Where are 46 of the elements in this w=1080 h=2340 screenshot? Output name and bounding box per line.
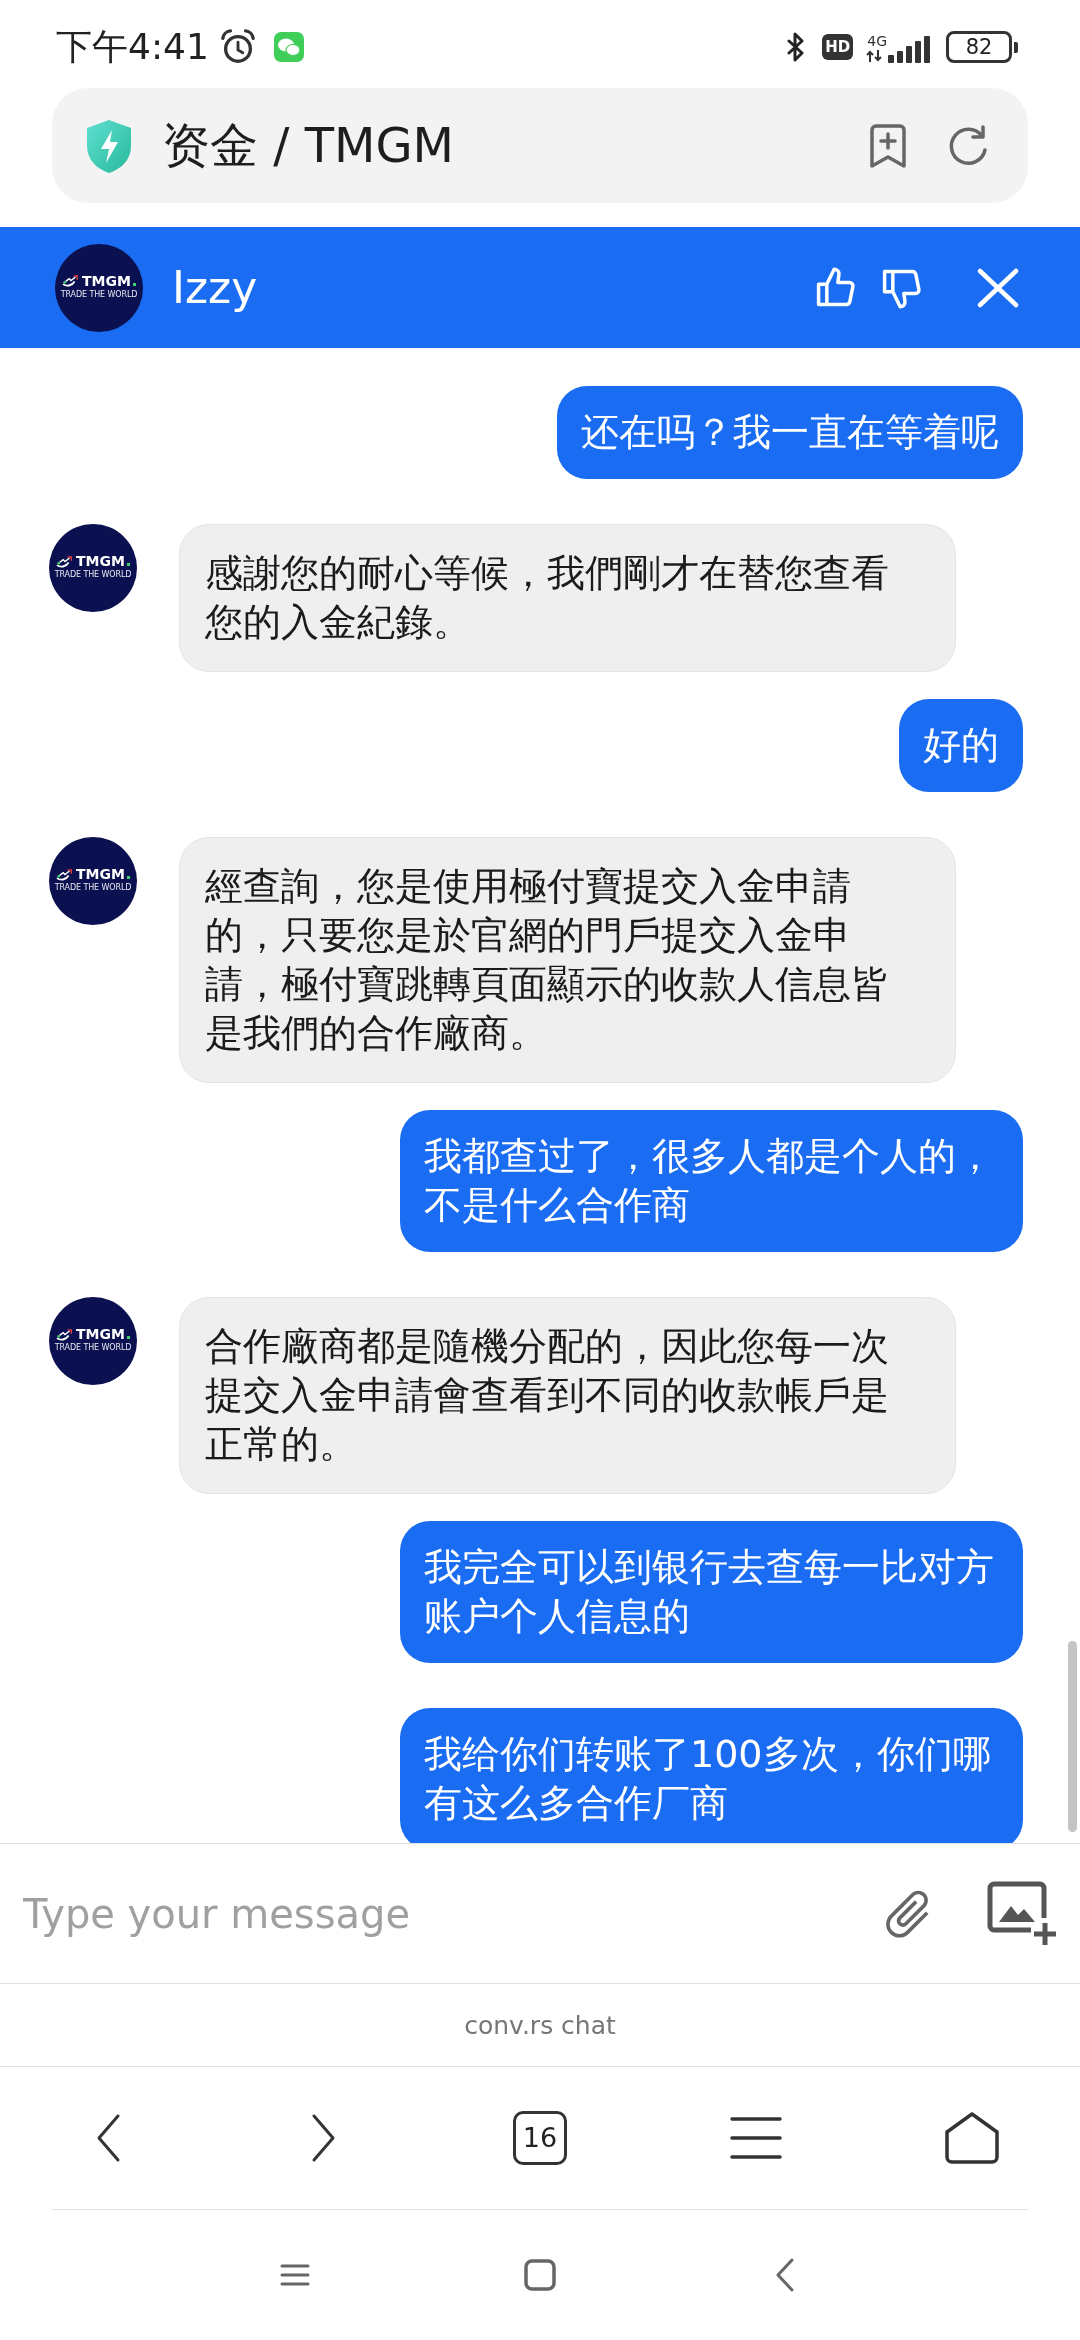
chat-app-icon [273,32,304,62]
message-input[interactable]: Type your message [23,1883,859,1944]
back-icon[interactable] [95,2113,121,2163]
system-back-icon[interactable] [775,2258,795,2292]
forward-icon[interactable] [311,2113,337,2163]
image-add-icon[interactable] [987,1880,1057,1947]
logo-tagline: TRADE THE WORLD [60,289,138,300]
sent-message: 好的 [899,699,1023,792]
signal-icon [887,35,933,63]
logo-wordmark: TMGM [76,867,125,882]
sent-message: 我都查过了，很多人都是个人的，不是什么合作商 [400,1110,1023,1252]
tabs-button[interactable]: 16 [513,2111,567,2165]
recents-icon[interactable] [280,2263,310,2287]
scrollbar-thumb[interactable] [1068,1641,1077,1832]
logo-mark-icon [56,1328,75,1341]
home-icon[interactable] [944,2111,1000,2165]
battery-indicator: 82 [946,31,1018,63]
data-arrows-icon [865,49,884,63]
home-button-icon[interactable] [524,2259,556,2291]
logo-wordmark: TMGM [82,273,131,289]
received-message: 感謝您的耐心等候，我們剛才在替您查看您的入金紀錄。 [179,524,956,672]
sent-message: 我给你们转账了100多次，你们哪有这么多合作厂商 [400,1708,1023,1843]
shield-bolt-icon [84,117,134,174]
close-icon[interactable] [977,267,1019,308]
logo-tagline: TRADE THE WORLD [54,1343,132,1353]
logo-wordmark: TMGM [76,554,125,569]
alarm-clock-icon [218,28,257,66]
logo-tagline: TRADE THE WORLD [54,570,132,580]
hd-indicator: HD [822,34,854,60]
logo-mark-icon [56,555,75,568]
received-message: 經查詢，您是使用極付寶提交入金申請的，只要您是於官網的門戶提交入金申請，極付寶跳轉頁面顯示的收款人信息皆是我們的合作廠商。 [179,837,956,1083]
agent-name: Izzy [172,262,259,313]
bookmark-plus-icon[interactable] [868,123,908,168]
status-time: 下午4:41 [56,24,209,69]
sent-message: 还在吗？我一直在等着呢 [557,386,1023,479]
address-bar[interactable]: 资金 / TMGM [52,88,1028,203]
logo-mark-icon [62,275,81,287]
page-title[interactable]: 资金 / TMGM [162,113,868,178]
network-type: 4G [867,34,887,49]
logo-tagline: TRADE THE WORLD [54,883,132,893]
menu-icon[interactable] [730,2116,782,2160]
branding-text[interactable]: conv.rs chat [464,2010,616,2040]
logo-mark-icon [56,868,75,881]
logo-wordmark: TMGM [76,1327,125,1342]
sent-message: 我完全可以到银行去查每一比对方账户个人信息的 [400,1521,1023,1663]
received-message: 合作廠商都是隨機分配的，因此您每一次提交入金申請會查看到不同的收款帳戶是正常的。 [179,1297,956,1494]
